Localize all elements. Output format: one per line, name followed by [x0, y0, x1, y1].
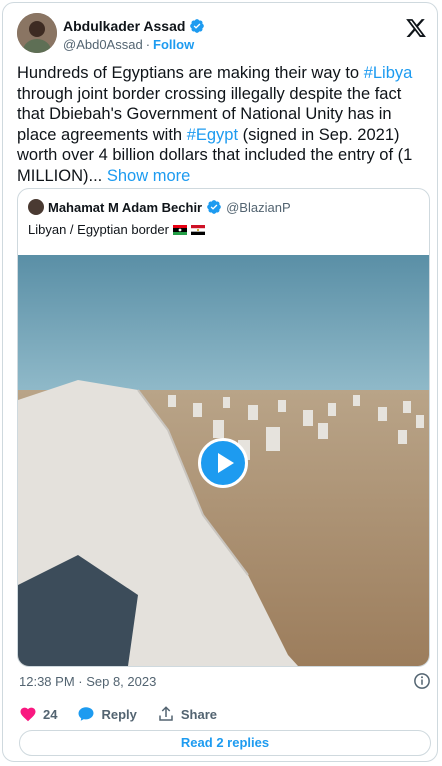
info-icon[interactable] — [413, 672, 431, 690]
play-icon — [218, 453, 234, 473]
timestamp[interactable]: 12:38 PM · Sep 8, 2023 — [19, 674, 156, 689]
handle[interactable]: @Abd0Assad — [63, 37, 143, 52]
share-icon — [159, 706, 173, 721]
video-thumbnail[interactable] — [18, 255, 429, 666]
quote-text: Libyan / Egyptian border — [28, 222, 169, 237]
x-logo-icon[interactable] — [405, 17, 427, 39]
separator: · — [145, 37, 151, 52]
hashtag-egypt[interactable]: #Egypt — [187, 126, 238, 144]
display-name[interactable]: Abdulkader Assad — [63, 18, 185, 34]
tweet-text: Hundreds of Egyptians are making their w… — [17, 63, 429, 186]
avatar[interactable] — [17, 13, 57, 53]
action-bar: 24 Reply Share — [19, 705, 237, 723]
egypt-flag-icon — [190, 224, 205, 235]
share-label: Share — [180, 706, 218, 722]
reply-label: Reply — [101, 706, 137, 722]
like-count: 24 — [43, 706, 58, 722]
verified-badge-icon — [207, 200, 221, 214]
read-replies-button[interactable]: Read 2 replies — [19, 730, 431, 756]
play-button[interactable] — [198, 438, 248, 488]
quote-display-name: Mahamat M Adam Bechir — [48, 199, 203, 215]
show-more-link[interactable]: Show more — [107, 167, 190, 185]
text-segment: Hundreds of Egyptians are making their w… — [17, 64, 364, 82]
tweet-header: Abdulkader Assad @Abd0Assad · Follow — [17, 13, 427, 57]
share-button[interactable]: Share — [157, 705, 217, 723]
quote-avatar — [28, 199, 44, 215]
follow-link[interactable]: Follow — [153, 37, 194, 52]
reply-icon — [78, 707, 94, 721]
libya-flag-icon — [172, 224, 187, 235]
hashtag-libya[interactable]: #Libya — [364, 64, 413, 82]
quote-tweet[interactable]: Mahamat M Adam Bechir @BlazianP Libyan /… — [17, 188, 430, 667]
like-button[interactable]: 24 — [19, 705, 57, 723]
verified-badge-icon — [190, 19, 205, 33]
reply-button[interactable]: Reply — [77, 705, 137, 723]
quote-handle: @BlazianP — [226, 199, 291, 215]
heart-icon — [20, 707, 36, 722]
tweet-card: Abdulkader Assad @Abd0Assad · Follow Hun… — [2, 2, 438, 762]
